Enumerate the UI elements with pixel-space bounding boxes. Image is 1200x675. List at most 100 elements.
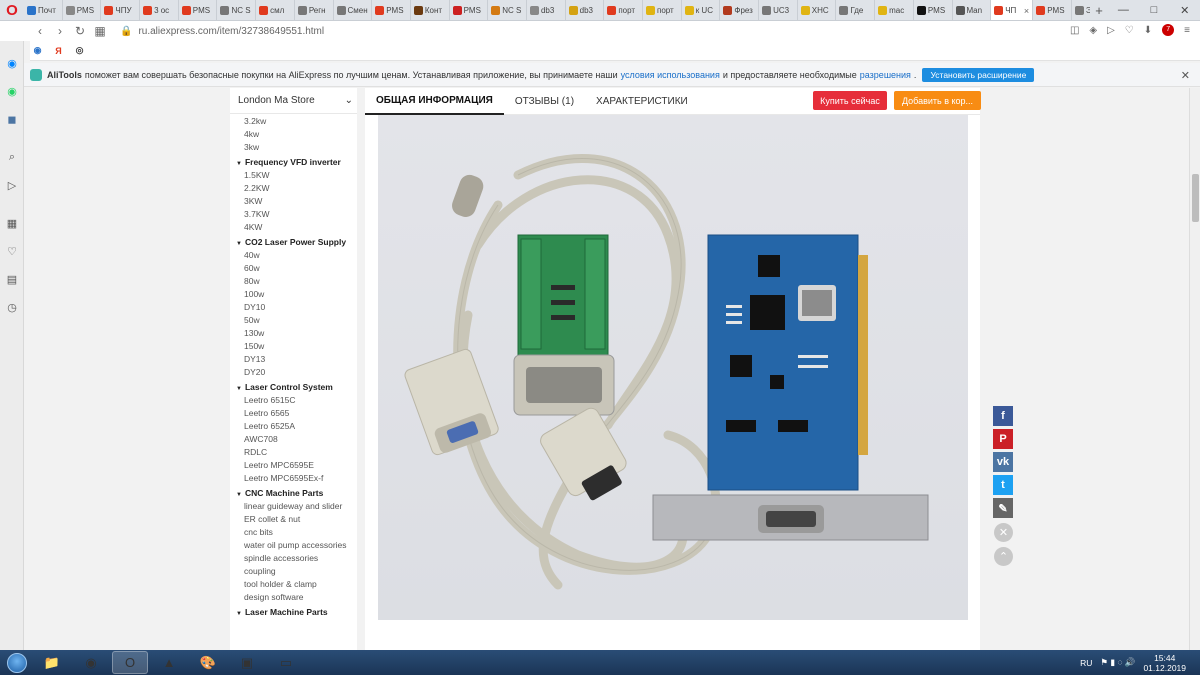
bookmark-icon[interactable]: ◉	[32, 45, 43, 56]
product-tab[interactable]: ОБЩАЯ ИНФОРМАЦИЯ	[365, 88, 504, 115]
browser-tab[interactable]: UC3	[759, 0, 798, 20]
category-item[interactable]: 50w	[244, 315, 351, 326]
category-item[interactable]: coupling	[244, 566, 351, 577]
category-item[interactable]: DY13	[244, 354, 351, 365]
edit-icon[interactable]: ✎	[993, 498, 1013, 518]
category-item[interactable]: 3kw	[244, 142, 351, 153]
taskbar-app-icon[interactable]: ▭	[268, 651, 304, 674]
category-item[interactable]: 4KW	[244, 222, 351, 233]
browser-tab[interactable]: PMS	[450, 0, 489, 20]
minimize-button[interactable]: —	[1108, 0, 1139, 20]
category-item[interactable]: 3.7KW	[244, 209, 351, 220]
category-item[interactable]: design software	[244, 592, 351, 603]
close-icon[interactable]: ✕	[1181, 69, 1190, 82]
category-item[interactable]: 100w	[244, 289, 351, 300]
forward-icon[interactable]: ›	[50, 24, 70, 38]
vk-share-icon[interactable]: vk	[993, 452, 1013, 472]
lock-icon[interactable]: 🔒	[120, 26, 132, 37]
browser-tab[interactable]: PMS	[179, 0, 218, 20]
close-window-button[interactable]: ✕	[1169, 0, 1200, 20]
camera-icon[interactable]: ◫	[1070, 25, 1079, 36]
browser-tab[interactable]: порт	[604, 0, 643, 20]
browser-tab[interactable]: db3	[566, 0, 605, 20]
url-field[interactable]: ru.aliexpress.com/item/32738649551.html	[138, 26, 324, 37]
page-scrollbar[interactable]	[1189, 88, 1200, 650]
buy-now-button[interactable]: Купить сейчас	[813, 91, 887, 110]
browser-tab[interactable]: PMS	[63, 0, 102, 20]
send-icon[interactable]: ▷	[4, 177, 20, 193]
category-item[interactable]: 2.2KW	[244, 183, 351, 194]
taskbar-app-icon[interactable]: 🎨	[190, 651, 226, 674]
install-extension-button[interactable]: Установить расширение	[922, 67, 1035, 82]
browser-tab[interactable]: к UC	[682, 0, 721, 20]
bookmark-icon[interactable]: Я	[53, 45, 64, 56]
category-header[interactable]: ▼ CNC Machine Parts	[236, 488, 351, 498]
send-icon[interactable]: ▷	[1107, 25, 1115, 36]
tab-close-icon[interactable]: ×	[1024, 6, 1029, 16]
tabs-grid-icon[interactable]: ▦	[90, 24, 110, 38]
category-item[interactable]: 3KW	[244, 196, 351, 207]
heart-icon[interactable]: ♡	[4, 243, 20, 259]
search-icon[interactable]: ⌕	[4, 149, 20, 165]
tray-icons[interactable]: ⚑ ▮ ◌ 🔊	[1100, 657, 1135, 668]
browser-tab[interactable]: PMS	[372, 0, 411, 20]
browser-tab[interactable]: ЧП ×	[991, 0, 1034, 20]
category-item[interactable]: Leetro MPC6595E	[244, 460, 351, 471]
category-item[interactable]: 1.5KW	[244, 170, 351, 181]
menu-icon[interactable]: ≡	[1184, 25, 1190, 36]
taskbar-app-icon[interactable]: ▣	[229, 651, 265, 674]
browser-tab[interactable]: Фрез	[720, 0, 760, 20]
category-item[interactable]: 130w	[244, 328, 351, 339]
product-tab[interactable]: ОТЗЫВЫ (1)	[504, 88, 585, 115]
category-item[interactable]: 80w	[244, 276, 351, 287]
category-item[interactable]: AWC708	[244, 434, 351, 445]
browser-tab[interactable]: Конт	[411, 0, 450, 20]
browser-tab[interactable]: NC S	[217, 0, 257, 20]
category-header[interactable]: ▼ Frequency VFD inverter	[236, 157, 351, 167]
browser-tab[interactable]: смл	[256, 0, 295, 20]
taskbar-app-icon[interactable]: ◉	[73, 651, 109, 674]
twitter-share-icon[interactable]: t	[993, 475, 1013, 495]
category-header[interactable]: ▼ Laser Control System	[236, 382, 351, 392]
category-item[interactable]: RDLC	[244, 447, 351, 458]
taskbar-app-icon[interactable]: 📁	[34, 651, 70, 674]
category-item[interactable]: DY20	[244, 367, 351, 378]
clock[interactable]: 15:44 01.12.2019	[1143, 653, 1186, 673]
taskbar-app-icon[interactable]: O	[112, 651, 148, 674]
facebook-share-icon[interactable]: f	[993, 406, 1013, 426]
pinterest-share-icon[interactable]: P	[993, 429, 1013, 449]
category-item[interactable]: Leetro 6525A	[244, 421, 351, 432]
browser-tab[interactable]: порт	[643, 0, 682, 20]
new-tab-button[interactable]: +	[1090, 0, 1108, 20]
category-header[interactable]: ▼ CO2 Laser Power Supply	[236, 237, 351, 247]
product-tab[interactable]: ХАРАКТЕРИСТИКИ	[585, 88, 699, 115]
browser-tab[interactable]: Man	[953, 0, 992, 20]
shield-icon[interactable]: ◈	[1089, 25, 1097, 36]
back-icon[interactable]: ‹	[30, 24, 50, 38]
browser-tab[interactable]: NC S	[488, 0, 527, 20]
category-item[interactable]: 150w	[244, 341, 351, 352]
browser-tab[interactable]: 3 ос	[140, 0, 179, 20]
taskbar-app-icon[interactable]: ▲	[151, 651, 187, 674]
vk-icon[interactable]: ◼	[4, 111, 20, 127]
category-item[interactable]: tool holder & clamp	[244, 579, 351, 590]
whatsapp-icon[interactable]: ◉	[4, 83, 20, 99]
heart-icon[interactable]: ♡	[1125, 25, 1134, 36]
category-item[interactable]: water oil pump accessories	[244, 540, 351, 551]
permissions-link[interactable]: разрешения	[860, 70, 911, 80]
store-dropdown[interactable]: London Ma Store ⌄	[230, 88, 357, 114]
scroll-top-icon[interactable]: ⌃	[994, 547, 1013, 566]
category-item[interactable]: 40w	[244, 250, 351, 261]
category-item[interactable]: Leetro 6515C	[244, 395, 351, 406]
opera-menu-icon[interactable]: O	[0, 0, 24, 21]
browser-tab[interactable]: mac	[875, 0, 914, 20]
download-icon[interactable]: ⬇	[1144, 25, 1152, 36]
speed-dial-icon[interactable]: ▦	[4, 215, 20, 231]
add-to-cart-button[interactable]: Добавить в кор...	[894, 91, 981, 110]
category-header[interactable]: ▼ Laser Machine Parts	[236, 607, 351, 617]
maximize-button[interactable]: □	[1139, 0, 1170, 20]
scroll-thumb[interactable]	[1192, 174, 1199, 222]
browser-tab[interactable]: Эксп	[1072, 0, 1090, 20]
category-item[interactable]: 3.2kw	[244, 116, 351, 127]
reload-icon[interactable]: ↻	[70, 24, 90, 38]
